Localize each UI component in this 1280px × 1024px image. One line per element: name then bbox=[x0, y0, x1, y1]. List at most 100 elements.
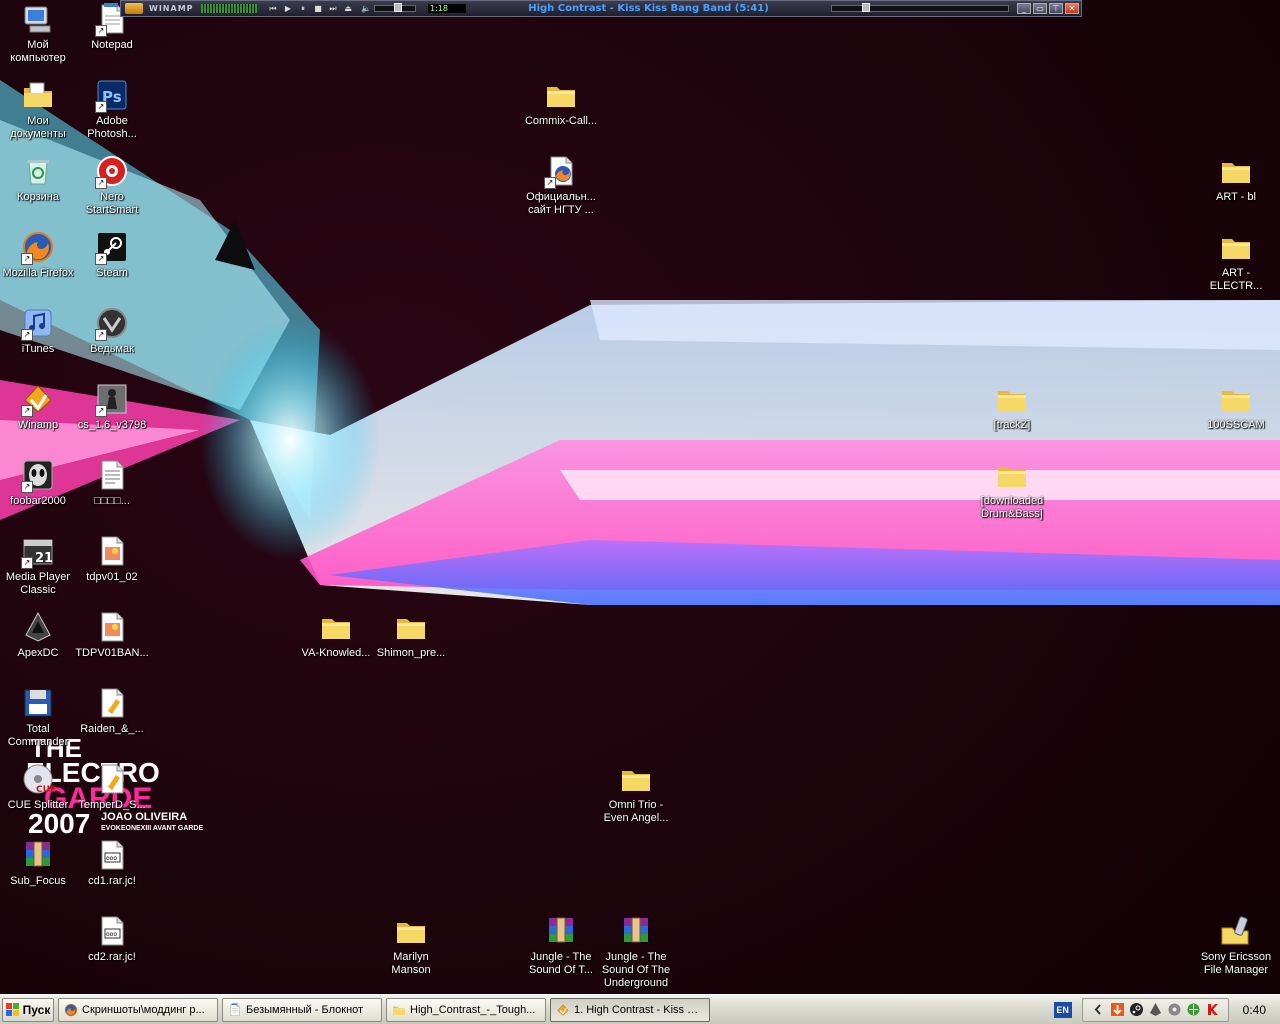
kaspersky-icon[interactable] bbox=[1205, 1002, 1220, 1017]
desktop-icon[interactable]: ↗ Ведьмак bbox=[74, 306, 150, 356]
desktop-icon[interactable]: TemperD_S... bbox=[74, 762, 150, 812]
winamp-logo-icon[interactable] bbox=[125, 3, 143, 14]
desktop-icon[interactable]: tdpv01_02 bbox=[74, 534, 150, 584]
desktop-icon-label: Sub_Focus bbox=[10, 875, 66, 887]
audio-file-icon bbox=[95, 762, 129, 796]
language-indicator[interactable]: EN bbox=[1053, 1001, 1072, 1018]
folder-icon bbox=[394, 610, 428, 644]
image-file-icon bbox=[95, 534, 129, 568]
desktop-icon[interactable]: VA-Knowled... bbox=[298, 610, 374, 660]
close-button[interactable]: ✕ bbox=[1065, 3, 1079, 14]
shortcut-arrow-icon: ↗ bbox=[21, 329, 33, 341]
clock[interactable]: 0:40 bbox=[1243, 1003, 1266, 1017]
desktop-icon[interactable]: ApexDC bbox=[0, 610, 76, 660]
folder-icon bbox=[544, 78, 578, 112]
winamp-visualizer[interactable] bbox=[201, 4, 257, 13]
desktop-icon[interactable]: Мои документы bbox=[0, 78, 76, 141]
taskbar-task-button[interactable]: Скриншоты\моддинг р... bbox=[58, 997, 218, 1022]
desktop-icon[interactable]: Корзина bbox=[0, 154, 76, 204]
desktop-icon[interactable]: Jungle - The Sound Of T... bbox=[523, 914, 599, 977]
desktop-icon[interactable]: ↗ Nero StartSmart bbox=[74, 154, 150, 217]
winamp-windowshade[interactable]: WINAMP ⏮ ▶ ⏸ ■ ⏭ ⏏ 🔈 1:18 High Contrast … bbox=[120, 0, 1082, 17]
desktop-icon-label: Total Commander bbox=[7, 723, 69, 748]
desktop-icon-label: Mozilla Firefox bbox=[2, 267, 74, 279]
minimize-button[interactable]: _ bbox=[1017, 3, 1031, 14]
desktop-icon[interactable]: ART - ELECTR... bbox=[1198, 230, 1274, 293]
audio-file-icon bbox=[95, 686, 129, 720]
desktop-icon[interactable]: [downloaded Drum&Bass] bbox=[974, 458, 1050, 521]
desktop-icon-label: Nero StartSmart bbox=[85, 191, 139, 216]
apexdc-tray-icon[interactable] bbox=[1148, 1002, 1163, 1017]
cue-splitter-icon: CUE bbox=[21, 762, 55, 796]
eject-icon[interactable]: ⏏ bbox=[342, 4, 354, 14]
collapse-chevron-icon[interactable] bbox=[1091, 1002, 1106, 1017]
taskbar-task-button[interactable]: Безымянный - Блокнот bbox=[222, 997, 382, 1022]
play-icon[interactable]: ▶ bbox=[282, 4, 294, 14]
recycle-bin-icon bbox=[21, 154, 55, 188]
pause-icon[interactable]: ⏸ bbox=[297, 4, 309, 14]
network-icon[interactable] bbox=[1186, 1002, 1201, 1017]
desktop-icon[interactable]: [trackZ] bbox=[974, 382, 1050, 432]
restore-button[interactable]: ▭ bbox=[1033, 3, 1047, 14]
desktop-icon[interactable]: Sub_Focus bbox=[0, 838, 76, 888]
desktop-icon-label: Мои документы bbox=[10, 115, 66, 140]
desktop-icon[interactable]: Ps ↗ Adobe Photosh... bbox=[74, 78, 150, 141]
shortcut-arrow-icon: ↗ bbox=[21, 557, 33, 569]
seek-bar[interactable] bbox=[831, 3, 1009, 12]
taskbar-task-button[interactable]: 1. High Contrast - Kiss Ki... bbox=[550, 997, 710, 1022]
desktop-icon[interactable]: ↗ Официальн... сайт НГТУ ... bbox=[523, 154, 599, 217]
next-icon[interactable]: ⏭ bbox=[327, 4, 339, 14]
desktop-icon[interactable]: ART - bl bbox=[1198, 154, 1274, 204]
desktop-icon-label: Winamp bbox=[17, 419, 59, 431]
desktop-icon[interactable]: Omni Trio - Even Angel... bbox=[598, 762, 674, 825]
desktop-icon[interactable]: Marilyn Manson bbox=[373, 914, 449, 977]
previous-icon[interactable]: ⏮ bbox=[267, 4, 279, 14]
winamp-song-title: High Contrast - Kiss Kiss Bang Band (5:4… bbox=[528, 3, 769, 14]
desktop-icon[interactable]: ooo cd2.rar.jc! bbox=[74, 914, 150, 964]
desktop-icon[interactable]: 100SSCAM bbox=[1198, 382, 1274, 432]
desktop-icon[interactable]: ooo cd1.rar.jc! bbox=[74, 838, 150, 888]
volume-slider-thumb[interactable] bbox=[394, 3, 403, 12]
stop-icon[interactable]: ■ bbox=[312, 4, 324, 14]
volume-slider[interactable] bbox=[374, 3, 416, 12]
start-label: Пуск bbox=[22, 1002, 51, 1017]
desktop-icon-label: [trackZ] bbox=[993, 419, 1031, 431]
folder-icon bbox=[995, 458, 1029, 492]
desktop-icon-label: Shimon_pre... bbox=[376, 647, 446, 659]
desktop-icon-label: [downloaded Drum&Bass] bbox=[980, 495, 1044, 520]
desktop-icon[interactable]: Total Commander bbox=[0, 686, 76, 749]
taskbar-task-button[interactable]: High_Contrast_-_Tough... bbox=[386, 997, 546, 1022]
desktop-icon[interactable]: Jungle - The Sound Of The Underground (1… bbox=[598, 914, 674, 990]
photoshop-icon: Ps ↗ bbox=[95, 78, 129, 113]
folder-icon bbox=[619, 762, 653, 796]
desktop-icon[interactable]: ↗ foobar2000 bbox=[0, 458, 76, 508]
desktop-icon[interactable]: Мой компьютер bbox=[0, 2, 76, 65]
svg-text:CUE: CUE bbox=[36, 785, 55, 795]
desktop-icon[interactable]: ↗ Winamp bbox=[0, 382, 76, 432]
desktop-icon[interactable]: ↗ cs_1.6_v3798 bbox=[74, 382, 150, 432]
steam-tray-icon[interactable] bbox=[1129, 1002, 1144, 1017]
desktop-icon[interactable]: ↗ Mozilla Firefox bbox=[0, 230, 76, 280]
winamp-icon: ↗ bbox=[21, 382, 55, 417]
desktop-icon[interactable]: Raiden_&_... bbox=[74, 686, 150, 736]
nero-tray-icon[interactable] bbox=[1167, 1002, 1182, 1017]
start-button[interactable]: Пуск bbox=[2, 997, 54, 1022]
taskbar-task-label: 1. High Contrast - Kiss Ki... bbox=[574, 1003, 704, 1016]
desktop-icon[interactable]: ↗ iTunes bbox=[0, 306, 76, 356]
desktop-icon[interactable]: TDPV01BAN... bbox=[74, 610, 150, 660]
desktop-icon[interactable]: Sony Ericsson File Manager bbox=[1198, 914, 1274, 977]
seek-bar-thumb[interactable] bbox=[861, 3, 870, 12]
desktop-icon[interactable]: 21 ↗ Media Player Classic bbox=[0, 534, 76, 597]
desktop-icon-label: TemperD_S... bbox=[78, 799, 146, 811]
desktop-icon[interactable]: □□□□... bbox=[74, 458, 150, 508]
desktop-icon-area[interactable]: Мой компьютер ↗ Notepad Мои документы Ps ↗ Ado… bbox=[0, 0, 1280, 994]
taskbar-task-label: Безымянный - Блокнот bbox=[246, 1003, 364, 1016]
desktop-icon[interactable]: Commix-Call... bbox=[523, 78, 599, 128]
desktop-icon-label: Мой компьютер bbox=[10, 39, 66, 64]
desktop-icon[interactable]: Shimon_pre... bbox=[373, 610, 449, 660]
desktop-icon-label: Jungle - The Sound Of The Underground (1… bbox=[601, 951, 671, 989]
desktop-icon[interactable]: CUE CUE Splitter bbox=[0, 762, 76, 812]
shade-button[interactable]: ⊤ bbox=[1049, 3, 1063, 14]
flashget-icon[interactable] bbox=[1110, 1002, 1125, 1017]
desktop-icon[interactable]: ↗ Steam bbox=[74, 230, 150, 280]
